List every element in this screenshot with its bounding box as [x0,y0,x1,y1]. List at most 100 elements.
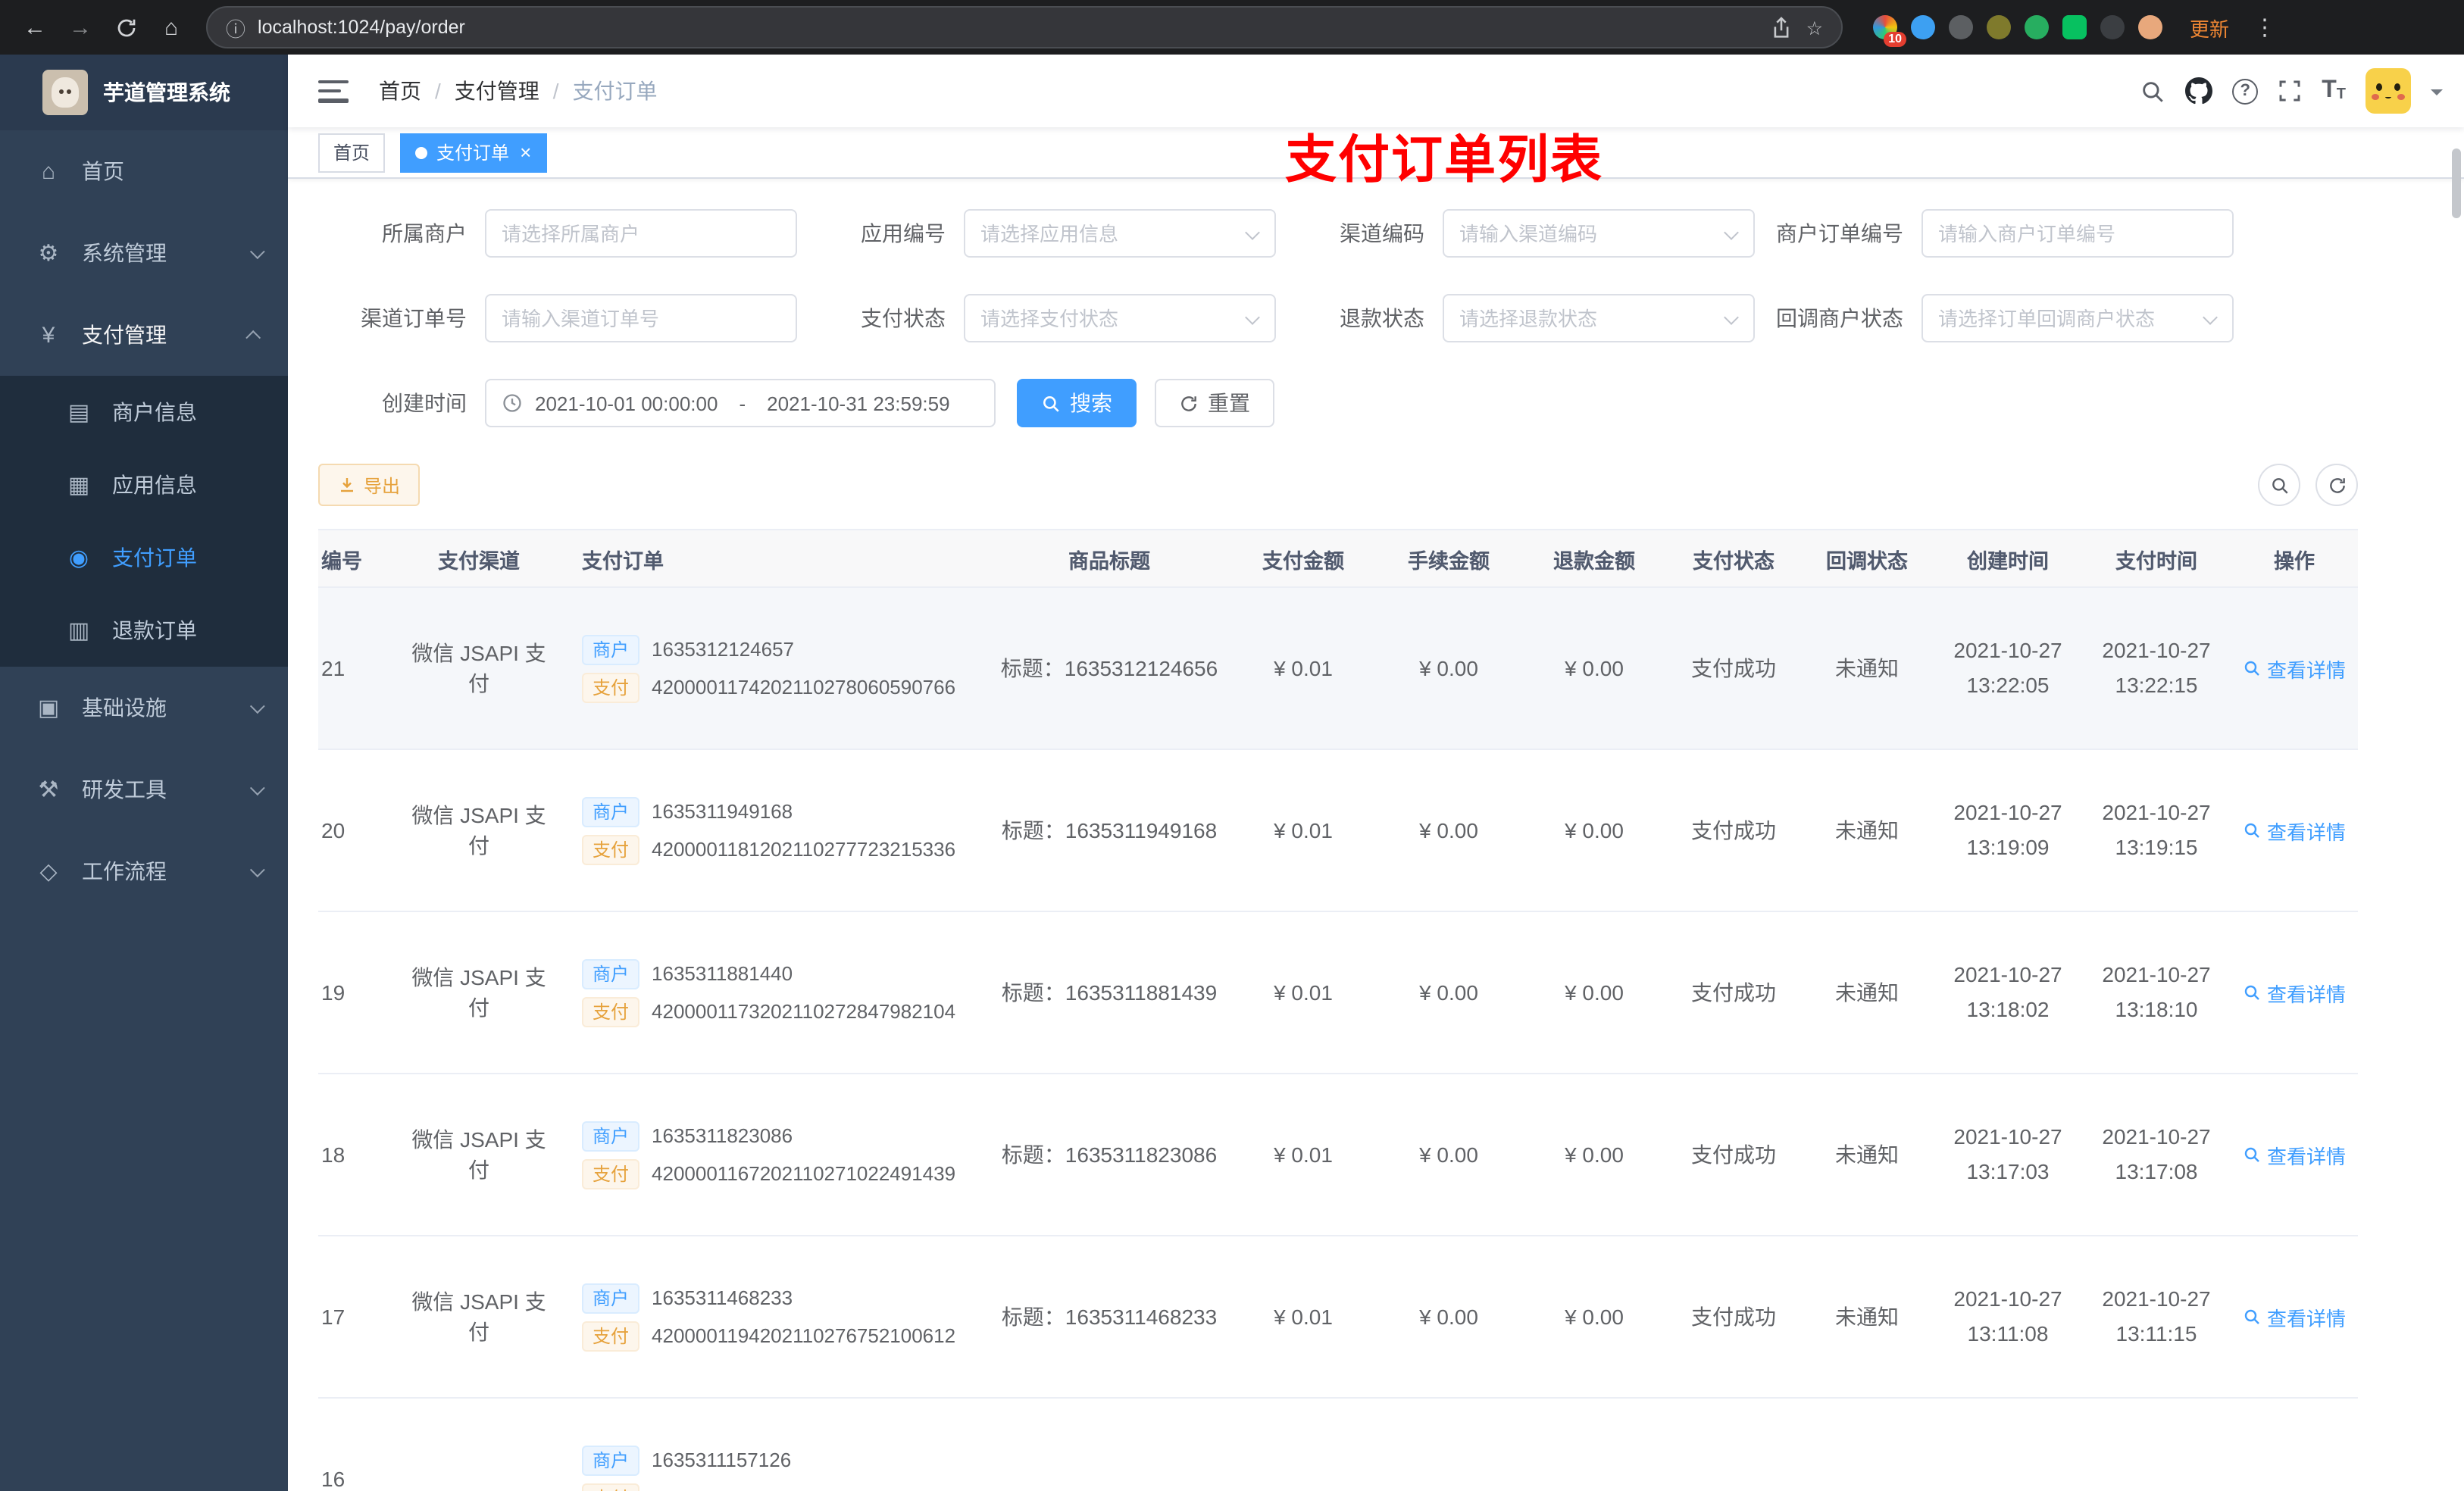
view-detail-link[interactable]: 查看详情 [2243,654,2346,683]
browser-menu-icon[interactable]: ⋮ [2247,14,2282,41]
scrollbar[interactable] [2452,148,2461,218]
extension-icon[interactable] [2138,15,2162,39]
table-row[interactable]: 21 微信 JSAPI 支付 商户 1635312124657 支付 4200001… [318,588,2358,750]
app-logo: 芋道管理系统 [0,55,288,130]
refresh-button[interactable] [2315,464,2358,506]
sidebar-item-refund-order[interactable]: ▥ 退款订单 [0,594,288,667]
font-size-icon[interactable]: TT [2322,78,2346,103]
order-id: 16 [321,1467,346,1491]
view-detail-link[interactable]: 查看详情 [2243,1140,2346,1169]
pay-channel: 微信 JSAPI 支付 [411,803,546,858]
browser-home-icon[interactable]: ⌂ [152,8,191,47]
avatar[interactable] [2366,68,2411,114]
search-toggle-button[interactable] [2258,464,2300,506]
app-no-select[interactable] [964,209,1276,258]
sidebar-item-system[interactable]: ⚙ 系统管理 [0,212,288,294]
sidebar-item-home[interactable]: ⌂ 首页 [0,130,288,212]
sidebar-item-merchant-info[interactable]: ▤ 商户信息 [0,376,288,449]
refresh-icon [1181,395,1196,411]
pay-order-cell: 商户 1635311881440 支付 4200001173202110272847… [564,951,988,1034]
close-icon[interactable]: × [520,142,531,162]
tab-home[interactable]: 首页 [318,133,386,172]
export-button[interactable]: 导出 [318,464,421,506]
view-detail-link[interactable]: 查看详情 [2243,978,2346,1007]
reload-icon[interactable] [106,8,145,47]
active-dot [415,146,428,158]
column-header: 回调状态 [1826,549,1908,572]
app-no-select-input[interactable] [980,222,1259,245]
sidebar-item-workflow[interactable]: ◇ 工作流程 [0,830,288,912]
table-row[interactable]: 16 商户 1635311157126 支付 [318,1399,2358,1491]
merchant-order-no-input[interactable] [1938,222,2217,245]
table-row[interactable]: 17 微信 JSAPI 支付 商户 1635311468233 支付 4200001… [318,1236,2358,1399]
merchant-order-no-input-wrap[interactable] [1921,209,2234,258]
column-header: 操作 [2274,549,2315,572]
table-row[interactable]: 20 微信 JSAPI 支付 商户 1635311949168 支付 4200001… [318,750,2358,912]
sidebar-toggle-icon[interactable] [318,80,349,102]
pay-status-select[interactable] [964,294,1276,342]
notify-status-select-input[interactable] [1938,307,2217,330]
table-row[interactable]: 18 微信 JSAPI 支付 商户 1635311823086 支付 4200001… [318,1074,2358,1236]
extension-icon[interactable]: 10 [1873,15,1906,47]
fee-amount: ¥ 0.00 [1419,980,1478,1005]
site-info-icon[interactable]: ⓘ [226,13,245,42]
channel-order-no-input[interactable] [502,307,780,330]
share-icon[interactable] [1771,16,1791,39]
chevron-down-icon[interactable] [2431,89,2443,101]
refund-status-select[interactable] [1443,294,1755,342]
extension-icon[interactable] [2100,15,2125,39]
filter-label: 商户订单编号 [1776,221,1903,245]
record-icon: ◉ [68,545,89,571]
merchant-select[interactable] [485,209,797,258]
sidebar-item-devtools[interactable]: ⚒ 研发工具 [0,749,288,830]
browser-update-button[interactable]: 更新 [2190,13,2229,42]
address-bar[interactable]: ⓘ localhost:1024/pay/order ☆ [206,6,1843,48]
column-header: 支付金额 [1262,549,1344,572]
breadcrumb-separator: / [552,79,559,103]
search-icon [2244,823,2259,838]
bookmark-star-icon[interactable]: ☆ [1806,16,1823,39]
extension-icon[interactable] [1987,15,2011,39]
view-detail-link[interactable]: 查看详情 [2243,1302,2346,1331]
notify-status-select[interactable] [1921,294,2234,342]
breadcrumb-section[interactable]: 支付管理 [455,76,539,106]
clock-icon [503,394,521,412]
merchant-select-input[interactable] [502,222,780,245]
pay-order-cell: 商户 1635311949168 支付 4200001181202110277723… [564,789,988,872]
table-row[interactable]: 19 微信 JSAPI 支付 商户 1635311881440 支付 4200001… [318,912,2358,1074]
tab-pay-order[interactable]: 支付订单 × [400,133,547,172]
channel-code-select-input[interactable] [1459,222,1738,245]
help-icon[interactable]: ? [2232,78,2259,104]
sidebar-item-label: 基础设施 [82,695,167,720]
pay-time: 2021-10-27 13:18:10 [2102,961,2211,1021]
sidebar-item-pay-order[interactable]: ◉ 支付订单 [0,521,288,594]
forward-icon[interactable]: → [61,8,100,47]
pay-status-select-input[interactable] [980,307,1259,330]
reset-button[interactable]: 重置 [1155,379,1274,427]
extension-icon[interactable] [1911,15,1935,39]
back-icon[interactable]: ← [15,8,55,47]
sidebar-item-infrastructure[interactable]: ▣ 基础设施 [0,667,288,749]
order-id: 18 [321,1142,346,1167]
pay-status: 支付成功 [1691,656,1776,680]
extension-icon[interactable] [1949,15,1973,39]
tab-label: 首页 [333,142,371,164]
github-icon[interactable] [2185,77,2213,105]
channel-code-select[interactable] [1443,209,1755,258]
order-id: 17 [321,1305,346,1329]
channel-order-no-input-wrap[interactable] [485,294,797,342]
search-icon[interactable] [2140,78,2165,104]
goods-title: 标题：1635311949168 [1001,818,1218,842]
column-header: 支付状态 [1693,549,1775,572]
filter-label: 所属商户 [382,221,467,245]
search-button[interactable]: 搜索 [1017,379,1137,427]
create-time-range-picker[interactable]: 2021-10-01 00:00:00 - 2021-10-31 23:59:5… [485,379,996,427]
breadcrumb-home[interactable]: 首页 [379,76,421,106]
fullscreen-icon[interactable] [2278,79,2302,103]
sidebar-item-app-info[interactable]: ▦ 应用信息 [0,449,288,521]
extension-icon[interactable] [2025,15,2049,39]
refund-status-select-input[interactable] [1459,307,1738,330]
view-detail-link[interactable]: 查看详情 [2243,816,2346,845]
extension-icon[interactable] [2062,15,2087,39]
sidebar-item-payment[interactable]: ¥ 支付管理 [0,294,288,376]
